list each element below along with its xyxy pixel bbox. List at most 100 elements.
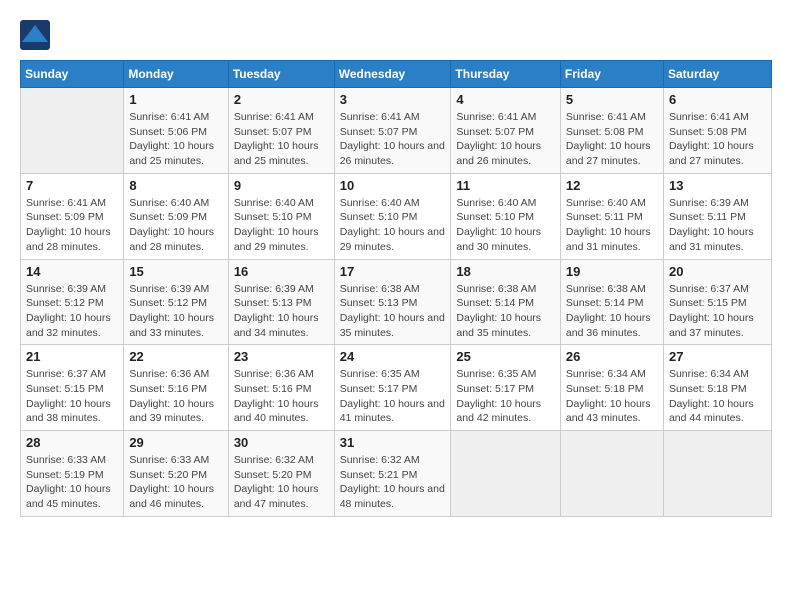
day-number: 25 [456,349,555,364]
day-number: 11 [456,178,555,193]
day-number: 15 [129,264,222,279]
sunrise-text: Sunrise: 6:33 AM [129,454,209,466]
sunset-text: Sunset: 5:20 PM [234,469,312,481]
day-number: 12 [566,178,658,193]
sunset-text: Sunset: 5:10 PM [234,211,312,223]
sunset-text: Sunset: 5:14 PM [566,297,644,309]
sunset-text: Sunset: 5:09 PM [129,211,207,223]
day-info: Sunrise: 6:36 AM Sunset: 5:16 PM Dayligh… [234,367,329,426]
sunset-text: Sunset: 5:08 PM [566,126,644,138]
sunrise-text: Sunrise: 6:38 AM [566,283,646,295]
day-info: Sunrise: 6:40 AM Sunset: 5:10 PM Dayligh… [234,196,329,255]
sunrise-text: Sunrise: 6:41 AM [456,111,536,123]
calendar-cell: 2 Sunrise: 6:41 AM Sunset: 5:07 PM Dayli… [228,88,334,174]
calendar-cell: 9 Sunrise: 6:40 AM Sunset: 5:10 PM Dayli… [228,173,334,259]
day-info: Sunrise: 6:39 AM Sunset: 5:12 PM Dayligh… [26,282,118,341]
sunrise-text: Sunrise: 6:41 AM [234,111,314,123]
daylight-text: Daylight: 10 hours and 25 minutes. [129,140,214,167]
daylight-text: Daylight: 10 hours and 25 minutes. [234,140,319,167]
calendar-cell: 21 Sunrise: 6:37 AM Sunset: 5:15 PM Dayl… [21,345,124,431]
calendar-cell: 13 Sunrise: 6:39 AM Sunset: 5:11 PM Dayl… [663,173,771,259]
daylight-text: Daylight: 10 hours and 26 minutes. [340,140,445,167]
day-info: Sunrise: 6:39 AM Sunset: 5:12 PM Dayligh… [129,282,222,341]
daylight-text: Daylight: 10 hours and 47 minutes. [234,483,319,510]
day-info: Sunrise: 6:33 AM Sunset: 5:20 PM Dayligh… [129,453,222,512]
daylight-text: Daylight: 10 hours and 48 minutes. [340,483,445,510]
sunset-text: Sunset: 5:18 PM [669,383,747,395]
day-number: 16 [234,264,329,279]
calendar-cell: 22 Sunrise: 6:36 AM Sunset: 5:16 PM Dayl… [124,345,228,431]
sunset-text: Sunset: 5:09 PM [26,211,104,223]
daylight-text: Daylight: 10 hours and 27 minutes. [566,140,651,167]
day-info: Sunrise: 6:37 AM Sunset: 5:15 PM Dayligh… [669,282,766,341]
day-info: Sunrise: 6:38 AM Sunset: 5:13 PM Dayligh… [340,282,446,341]
calendar-cell: 30 Sunrise: 6:32 AM Sunset: 5:20 PM Dayl… [228,431,334,517]
daylight-text: Daylight: 10 hours and 40 minutes. [234,398,319,425]
sunrise-text: Sunrise: 6:36 AM [234,368,314,380]
sunrise-text: Sunrise: 6:39 AM [234,283,314,295]
day-info: Sunrise: 6:40 AM Sunset: 5:10 PM Dayligh… [456,196,555,255]
calendar-cell: 3 Sunrise: 6:41 AM Sunset: 5:07 PM Dayli… [334,88,451,174]
day-info: Sunrise: 6:40 AM Sunset: 5:09 PM Dayligh… [129,196,222,255]
day-info: Sunrise: 6:38 AM Sunset: 5:14 PM Dayligh… [456,282,555,341]
sunrise-text: Sunrise: 6:39 AM [669,197,749,209]
calendar-cell: 8 Sunrise: 6:40 AM Sunset: 5:09 PM Dayli… [124,173,228,259]
calendar-cell: 1 Sunrise: 6:41 AM Sunset: 5:06 PM Dayli… [124,88,228,174]
calendar-cell: 4 Sunrise: 6:41 AM Sunset: 5:07 PM Dayli… [451,88,561,174]
day-number: 22 [129,349,222,364]
calendar-cell [21,88,124,174]
day-number: 30 [234,435,329,450]
week-row-2: 7 Sunrise: 6:41 AM Sunset: 5:09 PM Dayli… [21,173,772,259]
day-info: Sunrise: 6:33 AM Sunset: 5:19 PM Dayligh… [26,453,118,512]
sunset-text: Sunset: 5:12 PM [129,297,207,309]
daylight-text: Daylight: 10 hours and 30 minutes. [456,226,541,253]
day-info: Sunrise: 6:40 AM Sunset: 5:11 PM Dayligh… [566,196,658,255]
day-number: 7 [26,178,118,193]
daylight-text: Daylight: 10 hours and 35 minutes. [340,312,445,339]
calendar-cell: 11 Sunrise: 6:40 AM Sunset: 5:10 PM Dayl… [451,173,561,259]
calendar-cell: 18 Sunrise: 6:38 AM Sunset: 5:14 PM Dayl… [451,259,561,345]
sunrise-text: Sunrise: 6:41 AM [26,197,106,209]
day-number: 9 [234,178,329,193]
day-info: Sunrise: 6:34 AM Sunset: 5:18 PM Dayligh… [566,367,658,426]
daylight-text: Daylight: 10 hours and 41 minutes. [340,398,445,425]
daylight-text: Daylight: 10 hours and 31 minutes. [669,226,754,253]
sunrise-text: Sunrise: 6:33 AM [26,454,106,466]
calendar-cell: 10 Sunrise: 6:40 AM Sunset: 5:10 PM Dayl… [334,173,451,259]
sunset-text: Sunset: 5:06 PM [129,126,207,138]
sunset-text: Sunset: 5:10 PM [456,211,534,223]
calendar-cell: 31 Sunrise: 6:32 AM Sunset: 5:21 PM Dayl… [334,431,451,517]
sunrise-text: Sunrise: 6:40 AM [234,197,314,209]
daylight-text: Daylight: 10 hours and 29 minutes. [340,226,445,253]
sunset-text: Sunset: 5:16 PM [129,383,207,395]
day-number: 5 [566,92,658,107]
day-number: 14 [26,264,118,279]
sunset-text: Sunset: 5:17 PM [340,383,418,395]
day-number: 6 [669,92,766,107]
week-row-3: 14 Sunrise: 6:39 AM Sunset: 5:12 PM Dayl… [21,259,772,345]
day-number: 29 [129,435,222,450]
calendar-header-row: SundayMondayTuesdayWednesdayThursdayFrid… [21,61,772,88]
calendar-cell: 5 Sunrise: 6:41 AM Sunset: 5:08 PM Dayli… [560,88,663,174]
sunset-text: Sunset: 5:07 PM [234,126,312,138]
calendar-cell: 6 Sunrise: 6:41 AM Sunset: 5:08 PM Dayli… [663,88,771,174]
daylight-text: Daylight: 10 hours and 29 minutes. [234,226,319,253]
header-friday: Friday [560,61,663,88]
sunset-text: Sunset: 5:13 PM [340,297,418,309]
calendar-cell: 24 Sunrise: 6:35 AM Sunset: 5:17 PM Dayl… [334,345,451,431]
calendar-cell: 23 Sunrise: 6:36 AM Sunset: 5:16 PM Dayl… [228,345,334,431]
sunrise-text: Sunrise: 6:34 AM [669,368,749,380]
day-info: Sunrise: 6:36 AM Sunset: 5:16 PM Dayligh… [129,367,222,426]
week-row-5: 28 Sunrise: 6:33 AM Sunset: 5:19 PM Dayl… [21,431,772,517]
sunrise-text: Sunrise: 6:32 AM [234,454,314,466]
sunset-text: Sunset: 5:11 PM [669,211,746,223]
sunset-text: Sunset: 5:19 PM [26,469,104,481]
daylight-text: Daylight: 10 hours and 44 minutes. [669,398,754,425]
calendar-cell: 12 Sunrise: 6:40 AM Sunset: 5:11 PM Dayl… [560,173,663,259]
sunrise-text: Sunrise: 6:41 AM [669,111,749,123]
sunset-text: Sunset: 5:20 PM [129,469,207,481]
sunset-text: Sunset: 5:08 PM [669,126,747,138]
logo-icon [20,20,50,50]
sunrise-text: Sunrise: 6:35 AM [340,368,420,380]
sunrise-text: Sunrise: 6:32 AM [340,454,420,466]
